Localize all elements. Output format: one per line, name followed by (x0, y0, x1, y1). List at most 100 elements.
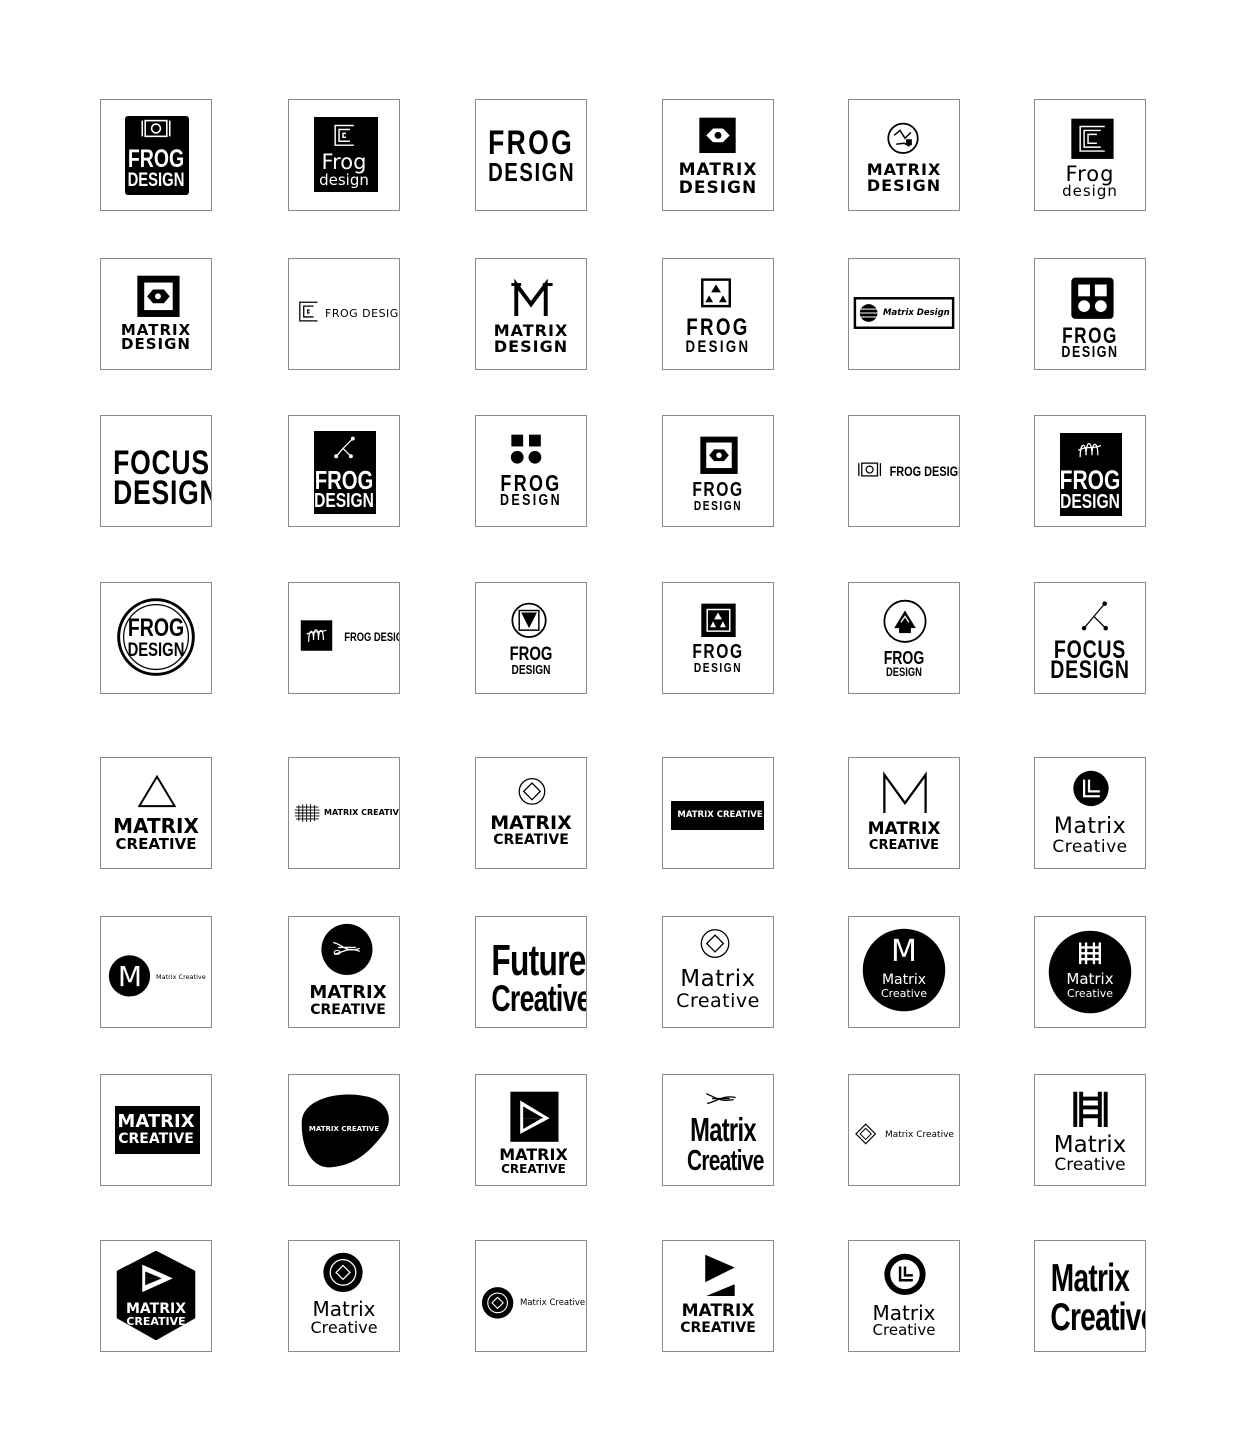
logo-tile: MATRIX CREATIVE (288, 1074, 400, 1186)
hexagon-arrow-icon (116, 1250, 196, 1341)
logo-tile: FROG DESIGN (662, 582, 774, 694)
logo-wordmark-sub: design (1062, 182, 1118, 200)
logo-wordmark: MATRIX (113, 814, 199, 838)
logo-wordmark-sub: CREATIVE (310, 1002, 386, 1018)
logo-wordmark: FROG DESIGN (889, 463, 960, 479)
logo-wordmark-sub: DESIGN (1060, 491, 1120, 513)
logo-wordmark: Matrix (1050, 1257, 1130, 1300)
logo-tile: MATRIX CREATIVE (100, 757, 212, 869)
logo-wordmark-sub: DESIGN (886, 665, 922, 679)
logo-wordmark: Matrix (690, 1111, 756, 1148)
logo-wordmark: MATRIX CREATIVE (677, 810, 763, 820)
logo-monogram: M (117, 960, 143, 993)
logo-wordmark-sub: DESIGN (1061, 344, 1119, 361)
logo-wordmark-sub: DESIGN (500, 492, 562, 509)
logo-tile: FROG DESIGN (662, 258, 774, 370)
logo-tile: MATRIX CREATIVE (100, 1074, 212, 1186)
logo-wordmark: MATRIX (309, 982, 387, 1003)
logo-wordmark-sub: DESIGN (493, 337, 569, 356)
logo-wordmark-sub: CREATIVE (115, 835, 197, 853)
logo-tile: Matrix Creative (848, 1074, 960, 1186)
logo-tile: Future Creative (475, 916, 587, 1028)
logo-tile: FROG DESIGN (662, 415, 774, 527)
logo-tile: FROG DESIGN (475, 582, 587, 694)
logo-wordmark: Matrix (1053, 1132, 1127, 1158)
logo-wordmark: Matrix (881, 972, 927, 988)
logo-wordmark: MATRIX (125, 1301, 186, 1317)
logo-wordmark: FROG (488, 124, 575, 162)
logo-wordmark-sub: Creative (1066, 987, 1114, 1000)
logo-tile: MATRIX CREATIVE (475, 1074, 587, 1186)
logo-wordmark-sub: design (319, 171, 369, 189)
logo-tile: MATRIX DESIGN (100, 258, 212, 370)
logo-wordmark-sub: CREATIVE (493, 832, 569, 848)
logo-tile: FROG DESIGN (288, 582, 400, 694)
logo-tile: FOCUS DESIGN (100, 415, 212, 527)
logo-tile: MATRIX CREATIVE (662, 1240, 774, 1352)
logo-wordmark: Matrix Creative (520, 1298, 586, 1308)
logo-tile: MATRIX CREATIVE (475, 757, 587, 869)
logo-wordmark-sub: DESIGN (866, 176, 942, 195)
logo-tile: Frog design (1034, 99, 1146, 211)
logo-wordmark: FROG (127, 145, 185, 173)
logo-tile: FROG DESIGN (848, 582, 960, 694)
logo-wordmark-sub: Creative (676, 990, 760, 1012)
logo-wordmark-sub: CREATIVE (126, 1315, 186, 1328)
logo-wordmark-sub: CREATIVE (680, 1320, 756, 1336)
triangles-square-icon (701, 603, 736, 638)
logo-tile: FOCUS DESIGN (1034, 582, 1146, 694)
logo-tile: FROG DESIGN (1034, 415, 1146, 527)
logo-wordmark-sub: Creative (310, 1318, 378, 1337)
logo-tile: Matrix Creative (475, 1240, 587, 1352)
logo-wordmark-sub: CREATIVE (501, 1162, 566, 1176)
logo-tile: FROG DESIGN (100, 582, 212, 694)
logo-wordmark: MATRIX (117, 1111, 195, 1132)
logo-wordmark-sub: DESIGN (511, 662, 551, 677)
logo-tile: Frog design (288, 99, 400, 211)
logo-tile: MATRIX DESIGN (662, 99, 774, 211)
logo-tile: M Matrix Creative (848, 916, 960, 1028)
logo-wordmark: MATRIX (678, 160, 758, 180)
logo-tile: Matrix Creative (288, 1240, 400, 1352)
logo-wordmark: Matrix (1066, 970, 1114, 988)
logo-tile: MATRIX CREATIVE (100, 1240, 212, 1352)
logo-wordmark: MATRIX (867, 819, 941, 839)
logo-tile: MATRIX CREATIVE (662, 757, 774, 869)
logo-monogram: M (891, 934, 917, 969)
logo-tile: FROG DESIGN (100, 99, 212, 211)
logo-wordmark-sub: DESIGN (685, 337, 751, 356)
logo-wordmark: MATRIX (490, 812, 572, 834)
logo-tile: MATRIX DESIGN (475, 258, 587, 370)
logo-tile: Matrix Creative (662, 916, 774, 1028)
logo-wordmark-sub: DESIGN (488, 157, 576, 187)
logo-tile: FROG DESIGN (475, 415, 587, 527)
logo-wordmark: FROG DESIGN (325, 307, 400, 320)
logo-wordmark: Frog (321, 150, 367, 174)
logo-wordmark: FROG (692, 641, 744, 663)
logo-tile: FROG DESIGN (475, 99, 587, 211)
logo-tile: M Matrix Creative (100, 916, 212, 1028)
logo-tile: FROG DESIGN (288, 415, 400, 527)
logo-tile: Matrix Creative (662, 1074, 774, 1186)
logo-tile: Matrix Creative (1034, 757, 1146, 869)
logo-wordmark-sub: DESIGN (693, 660, 743, 675)
logo-wordmark: Matrix Design (883, 308, 950, 318)
logo-wordmark-sub: Creative (1054, 1155, 1126, 1175)
logo-tile: Matrix Creative (1034, 1240, 1146, 1352)
logo-tile: Matrix Creative (1034, 916, 1146, 1028)
logo-wordmark: Matrix (1053, 814, 1127, 839)
logo-wordmark: FROG (127, 614, 185, 642)
logo-wordmark-sub: DESIGN (113, 474, 212, 512)
logo-wordmark-sub: DESIGN (127, 170, 185, 191)
logo-wordmark-sub: DESIGN (1050, 656, 1130, 684)
logo-tile: Matrix Creative (1034, 1074, 1146, 1186)
logo-wordmark-sub: DESIGN (693, 498, 743, 513)
logo-tile: Matrix Creative (848, 1240, 960, 1352)
logo-tile: MATRIX DESIGN (848, 99, 960, 211)
logo-wordmark-sub: Creative (687, 1145, 764, 1177)
logo-wordmark: MATRIX CREATIVE (308, 1125, 380, 1133)
logo-wordmark: Matrix Creative (156, 973, 206, 981)
logo-wordmark-sub: Creative (1052, 837, 1128, 857)
logo-wordmark-sub: Creative (872, 1321, 936, 1339)
logo-wordmark-sub: CREATIVE (118, 1131, 194, 1147)
